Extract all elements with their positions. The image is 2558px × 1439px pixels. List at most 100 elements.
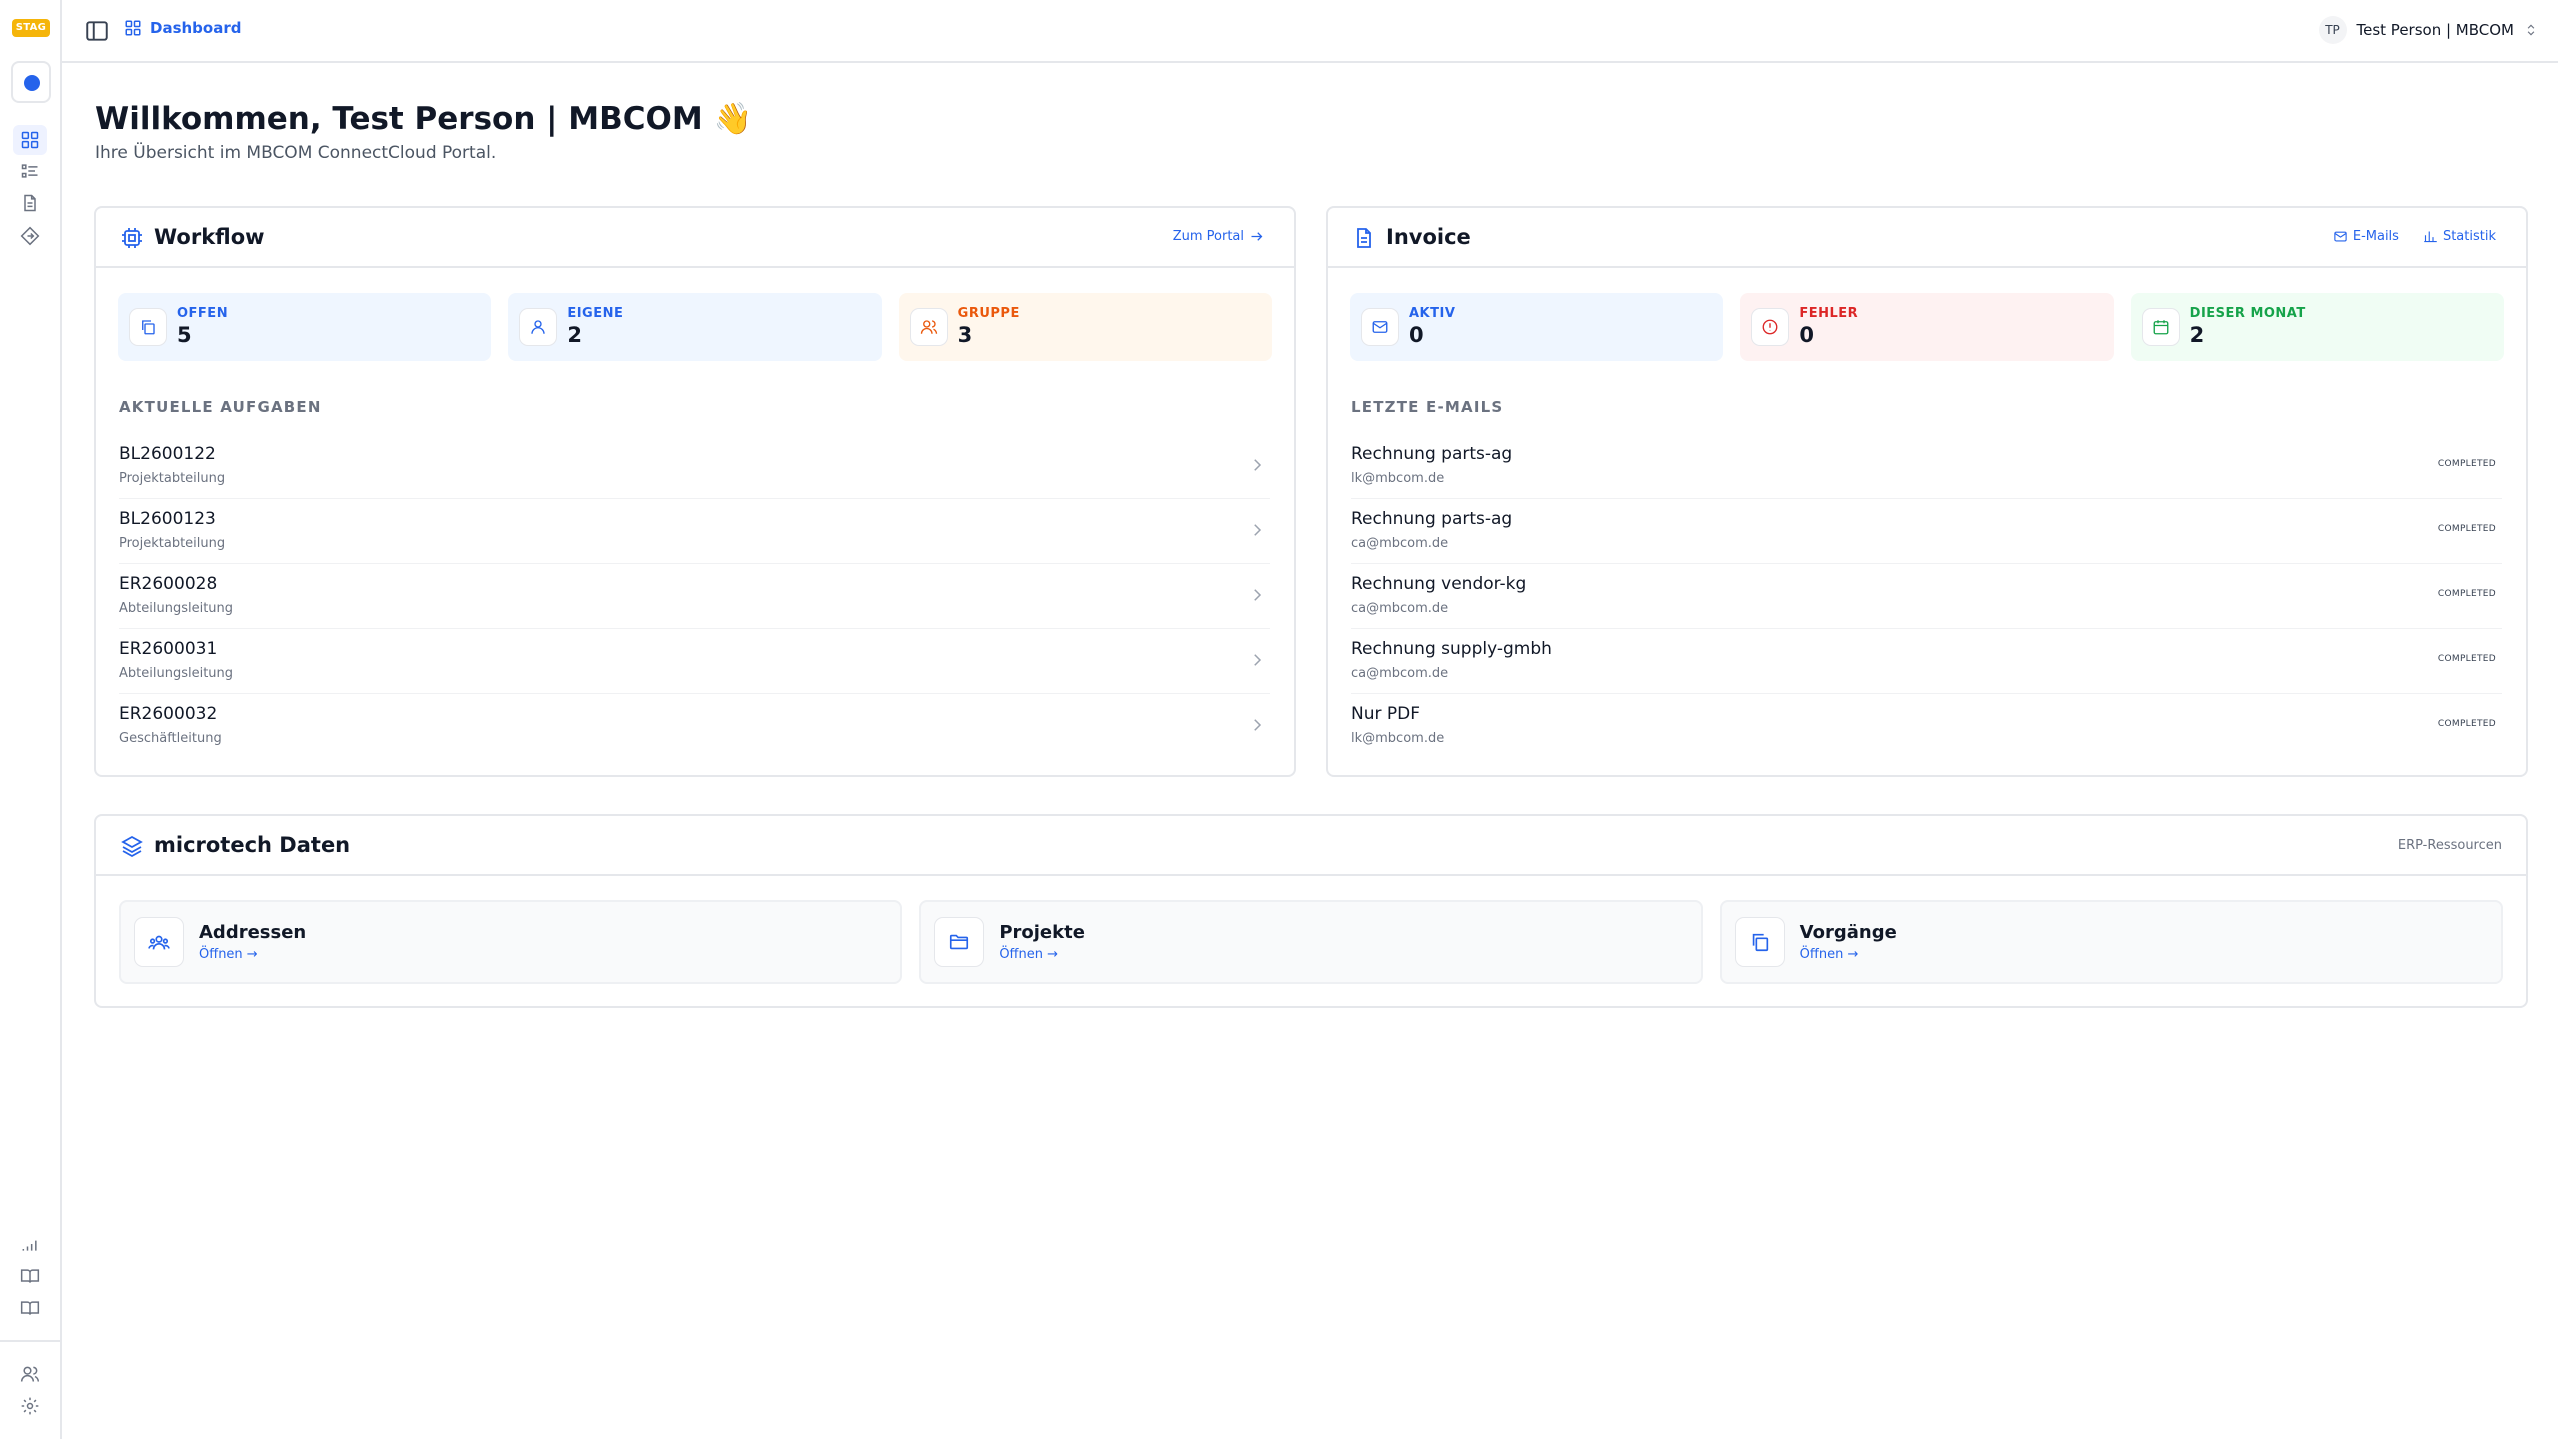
stat-value: 0 [1799, 323, 1814, 347]
tile-open-link[interactable]: Öffnen → [999, 947, 1058, 962]
task-dept: Projektabteilung [119, 471, 226, 486]
env-badge: STAG [12, 19, 50, 37]
user-menu[interactable]: TP Test Person | MBCOM [2318, 16, 2539, 44]
org-logo-icon [24, 75, 40, 91]
sidebar-item-statistics[interactable] [18, 1232, 42, 1256]
task-dept: Abteilungsleitung [119, 666, 234, 681]
status-badge: COMPLETED [2437, 459, 2496, 469]
sidebar-item-tasks[interactable] [18, 159, 42, 183]
sidebar-item-handbook[interactable] [18, 1296, 42, 1320]
list-item[interactable]: Rechnung parts-ag lk@mbcom.de COMPLETED [1351, 434, 2502, 499]
stat-aktiv[interactable]: AKTIV 0 [1350, 293, 1724, 361]
list-item[interactable]: ER2600028 Abteilungsleitung [119, 564, 1270, 629]
task-id: ER2600031 [119, 639, 218, 659]
email-subject: Rechnung parts-ag [1351, 509, 1513, 529]
stat-gruppe[interactable]: GRUPPE 3 [898, 293, 1272, 361]
diamond-arrow-icon [20, 226, 40, 246]
email-from: ca@mbcom.de [1351, 601, 1449, 616]
topbar: Dashboard TP Test Person | MBCOM [62, 0, 2558, 63]
user-icon [531, 320, 546, 334]
page-subtitle: Ihre Übersicht im MBCOM ConnectCloud Por… [95, 143, 497, 163]
task-id: ER2600028 [119, 574, 218, 594]
users-icon [20, 1366, 40, 1382]
status-badge: COMPLETED [2437, 524, 2496, 534]
breadcrumb-label: Dashboard [150, 19, 242, 37]
sidebar-toggle-icon[interactable] [84, 18, 110, 44]
breadcrumb[interactable]: Dashboard [124, 19, 241, 37]
sidebar-item-settings[interactable] [18, 1394, 42, 1418]
copy-icon [142, 320, 155, 335]
sidebar-item-integrations[interactable] [18, 224, 42, 248]
list-item[interactable]: BL2600122 Projektabteilung [119, 434, 1270, 499]
stat-fehler[interactable]: FEHLER 0 [1740, 293, 2114, 361]
file-text-icon [1357, 228, 1371, 248]
invoice-card-header: Invoice E-Mails Statistik [1328, 208, 2526, 268]
zum-portal-label: Zum Portal [1172, 229, 1244, 244]
folder-icon [950, 934, 969, 950]
stat-value: 2 [2189, 323, 2205, 347]
tile-name: Addressen [199, 922, 307, 943]
email-from: lk@mbcom.de [1351, 731, 1445, 746]
task-dept: Abteilungsleitung [119, 601, 234, 616]
zum-portal-link[interactable]: Zum Portal [1173, 229, 1264, 244]
sidebar-item-dashboard[interactable] [13, 125, 47, 155]
book-open-icon [20, 1269, 40, 1283]
list-item[interactable]: ER2600031 Abteilungsleitung [119, 629, 1270, 694]
stat-offen[interactable]: OFFEN 5 [118, 293, 492, 361]
copy-icon [1752, 933, 1768, 952]
bar-chart-icon [2424, 231, 2437, 243]
email-subject: Rechnung vendor-kg [1351, 574, 1527, 594]
tile-addressen[interactable]: Addressen Öffnen → [119, 900, 903, 984]
email-from: ca@mbcom.de [1351, 666, 1449, 681]
stat-value: 0 [1409, 323, 1424, 347]
page-title: Willkommen, Test Person | MBCOM 👋 [95, 101, 753, 137]
list-item[interactable]: Rechnung parts-ag ca@mbcom.de COMPLETED [1351, 499, 2502, 564]
gear-icon [21, 1397, 39, 1415]
email-from: ca@mbcom.de [1351, 536, 1449, 551]
microtech-card-header: microtech Daten ERP-Ressourcen [96, 816, 2526, 876]
chevrons-up-down-icon [2527, 24, 2535, 36]
statistik-link-label: Statistik [2442, 229, 2496, 244]
sidebar-item-invoices[interactable] [18, 191, 42, 215]
stat-eigene[interactable]: EIGENE 2 [508, 293, 882, 361]
stat-value: 3 [957, 323, 973, 347]
task-list: BL2600122 Projektabteilung BL2600123 Proje… [119, 434, 1270, 759]
sidebar: STAG [0, 0, 62, 1439]
list-item[interactable]: Nur PDF lk@mbcom.de COMPLETED [1351, 694, 2502, 759]
tile-vorgaenge[interactable]: Vorgänge Öffnen → [1719, 900, 2503, 984]
sidebar-item-users[interactable] [18, 1362, 42, 1386]
list-item[interactable]: BL2600123 Projektabteilung [119, 499, 1270, 564]
microtech-title: microtech Daten [154, 833, 351, 857]
tile-open-link[interactable]: Öffnen → [199, 947, 258, 962]
stat-value: 2 [567, 323, 582, 347]
status-badge: COMPLETED [2437, 719, 2496, 729]
chevron-right-icon [1254, 459, 1262, 471]
email-subject: Rechnung parts-ag [1351, 444, 1513, 464]
stat-label: FEHLER [1799, 306, 1859, 321]
sidebar-item-docs[interactable] [18, 1264, 42, 1288]
email-subject: Rechnung supply-gmbh [1351, 639, 1552, 659]
chevron-right-icon [1254, 524, 1262, 536]
tile-open-link[interactable]: Öffnen → [1800, 947, 1859, 962]
invoice-card: Invoice E-Mails Statistik AKTIV 0 FEHLER… [1326, 206, 2528, 777]
section-label-tasks: AKTUELLE AUFGABEN [119, 398, 322, 416]
list-item[interactable]: Rechnung supply-gmbh ca@mbcom.de COMPLETED [1351, 629, 2502, 694]
signal-bars-icon [22, 1240, 37, 1251]
statistik-link[interactable]: Statistik [2423, 229, 2496, 244]
microtech-card: microtech Daten ERP-Ressourcen Addressen… [94, 814, 2528, 1008]
stat-dieser-monat[interactable]: DIESER MONAT 2 [2130, 293, 2504, 361]
chevron-right-icon [1254, 654, 1262, 666]
arrow-right-icon [1251, 232, 1263, 241]
stat-label: DIESER MONAT [2189, 306, 2306, 321]
chevron-right-icon [1254, 719, 1262, 731]
list-item[interactable]: Rechnung vendor-kg ca@mbcom.de COMPLETED [1351, 564, 2502, 629]
org-switcher-button[interactable] [11, 61, 51, 103]
tile-name: Vorgänge [1799, 922, 1897, 943]
workflow-title: Workflow [154, 225, 265, 249]
users-icon [148, 935, 170, 950]
tile-projekte[interactable]: Projekte Öffnen → [919, 900, 1703, 984]
emails-link[interactable]: E-Mails [2333, 229, 2399, 244]
calendar-icon [2153, 320, 2169, 335]
stat-label: AKTIV [1409, 306, 1456, 321]
list-item[interactable]: ER2600032 Geschäftleitung [119, 694, 1270, 759]
